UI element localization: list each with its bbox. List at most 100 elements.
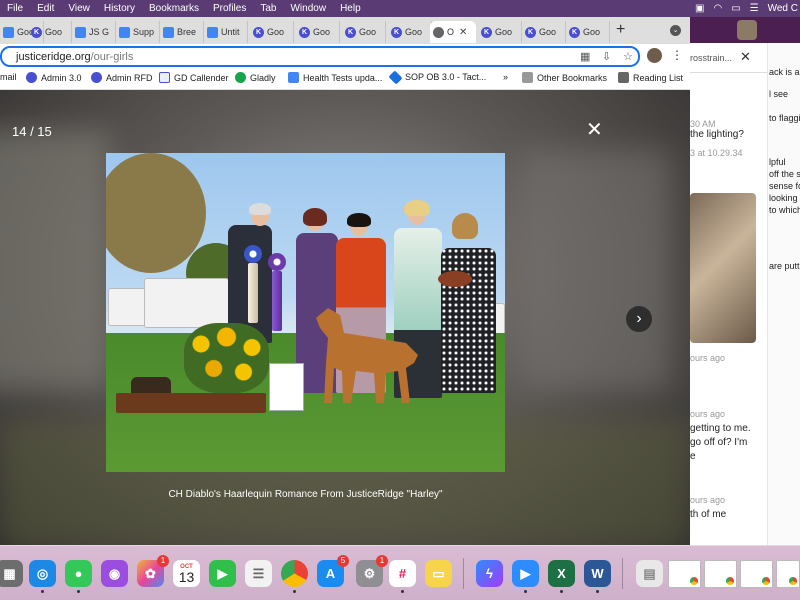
chrome-icon[interactable] (281, 560, 308, 593)
tab-title: Bree (177, 27, 197, 37)
control-center-icon[interactable]: ☰ (750, 3, 759, 14)
menu-bar: File Edit View History Bookmarks Profile… (0, 0, 800, 17)
notes-icon[interactable]: ▭ (425, 560, 452, 587)
messenger-icon[interactable]: ϟ (476, 560, 503, 587)
bookmark-admin-rfd[interactable]: Admin RFD (91, 72, 153, 83)
photos-icon[interactable]: ✿ 1 (137, 555, 169, 587)
minimized-window-thumbnail[interactable] (776, 560, 800, 588)
browser-tab[interactable]: K Goo (566, 21, 610, 43)
minimized-window-thumbnail[interactable] (740, 560, 773, 588)
chat-message: off the s (769, 169, 800, 179)
browser-tab[interactable]: K Goo (296, 21, 340, 43)
k-icon: K (299, 26, 310, 38)
wifi-icon[interactable]: ◠ (713, 3, 722, 14)
new-tab-button[interactable]: + (616, 21, 625, 39)
podcasts-icon[interactable]: ◉ (101, 560, 128, 587)
bookmark-mail[interactable]: mail (0, 72, 17, 82)
list-icon (618, 72, 629, 83)
address-bar[interactable]: justiceridge.org/our-girls ▦ ⇩ ☆ (0, 46, 640, 67)
menu-view[interactable]: View (61, 3, 97, 14)
bookmark-label: Health Tests upda... (303, 72, 383, 83)
tab-title: JS G (89, 27, 110, 37)
doc-icon (207, 26, 218, 38)
word-icon[interactable]: W (584, 560, 611, 593)
browser-tab[interactable]: K Goo (388, 21, 432, 43)
next-image-button[interactable]: › (626, 306, 652, 332)
menu-history[interactable]: History (97, 3, 142, 14)
trophy-platter (438, 271, 472, 287)
rosette-ribbon (244, 245, 262, 263)
browser-tab-active[interactable]: O ✕ (430, 21, 476, 43)
tab-close-icon[interactable]: ✕ (459, 27, 467, 38)
browser-tab[interactable]: K Goo (342, 21, 386, 43)
bookmark-health-tests[interactable]: Health Tests upda... (288, 72, 382, 83)
menu-profiles[interactable]: Profiles (206, 3, 253, 14)
tab-title: Goo (45, 27, 63, 37)
excel-icon[interactable]: X (548, 560, 575, 593)
minimized-window-thumbnail[interactable] (704, 560, 737, 588)
menu-file[interactable]: File (0, 3, 30, 14)
bookmarks-overflow-button[interactable]: » (503, 72, 508, 82)
app-store-icon[interactable]: A5 (317, 555, 349, 587)
tab-search-icon[interactable]: ⌄ (670, 25, 681, 36)
chat-message: to which (769, 205, 800, 215)
launchpad-icon[interactable]: ▦ (0, 560, 23, 587)
browser-tab[interactable]: K Goo (250, 21, 294, 43)
camera-icon[interactable]: ▣ (695, 3, 704, 14)
menu-edit[interactable]: Edit (30, 3, 61, 14)
bookmark-other-bookmarks[interactable]: Other Bookmarks (522, 72, 607, 83)
menu-window[interactable]: Window (283, 3, 333, 14)
bookmark-star-icon[interactable]: ☆ (623, 50, 633, 63)
chat-message: th of me (690, 509, 727, 520)
browser-tab[interactable]: K Goo (522, 21, 566, 43)
bookmark-gd-callender[interactable]: GD Callender (159, 72, 229, 83)
person-polka-dress (441, 248, 496, 393)
close-icon[interactable]: ✕ (740, 49, 751, 65)
profile-avatar[interactable] (647, 48, 662, 63)
archive-icon[interactable]: ▤ (636, 560, 663, 587)
browser-tab[interactable]: K Goo (28, 21, 72, 43)
menu-tab[interactable]: Tab (253, 3, 283, 14)
messages-icon[interactable]: ● (65, 560, 92, 593)
k-icon (91, 72, 102, 83)
slack-icon[interactable]: # (389, 560, 416, 593)
tab-strip: Goo K Goo JS G Supp Bree Untit K Goo K Goo … (0, 17, 690, 44)
browser-tab[interactable]: Supp (116, 21, 160, 43)
avatar[interactable] (737, 20, 757, 40)
folder-icon (522, 72, 533, 83)
running-indicator (41, 590, 44, 593)
safari-icon[interactable]: ◎ (29, 560, 56, 593)
chat-message: getting to me. (690, 423, 751, 434)
browser-tab[interactable]: JS G (72, 21, 116, 43)
person-hair (452, 213, 478, 239)
tab-title: Goo (359, 27, 377, 37)
menubar-clock[interactable]: Wed C (768, 3, 798, 14)
chat-side-panel: ack is a h l see to flaggi lpful off the… (767, 43, 800, 545)
bookmark-admin-3[interactable]: Admin 3.0 (26, 72, 82, 83)
battery-icon[interactable]: ▭ (731, 3, 740, 14)
zoom-icon[interactable]: ▶ (512, 560, 539, 593)
browser-tab[interactable]: Bree (160, 21, 204, 43)
person-hair (347, 213, 371, 227)
lightbox-close-button[interactable]: ✕ (586, 120, 603, 140)
menu-bookmarks[interactable]: Bookmarks (142, 3, 206, 14)
bookmark-reading-list[interactable]: Reading List (618, 72, 683, 83)
bookmark-gladly[interactable]: Gladly (235, 72, 276, 83)
more-menu-icon[interactable]: ⋮ (671, 48, 683, 62)
system-preferences-icon[interactable]: ⚙ 1 (356, 555, 388, 587)
tab-title: Goo (495, 27, 513, 37)
browser-tab[interactable]: Untit (204, 21, 248, 43)
url-host: justiceridge.org (16, 51, 91, 63)
facetime-icon[interactable]: ▶ (209, 560, 236, 587)
bookmark-label: Other Bookmarks (537, 72, 608, 83)
bookmark-sop-ob[interactable]: SOP OB 3.0 - Tact... (388, 69, 486, 85)
qr-code-icon[interactable]: ▦ (580, 50, 590, 63)
install-icon[interactable]: ⇩ (602, 50, 611, 63)
menu-help[interactable]: Help (333, 3, 368, 14)
minimized-window-thumbnail[interactable] (668, 560, 701, 588)
reminders-icon[interactable]: ☰ (245, 560, 272, 587)
chat-image-dog[interactable] (690, 193, 756, 343)
browser-tab[interactable]: K Goo (478, 21, 522, 43)
calendar-icon[interactable]: OCT 13 (173, 560, 200, 587)
lightbox-overlay[interactable]: 14 / 15 ✕ › CH Diablo's Haarlequin Roman… (0, 90, 690, 545)
